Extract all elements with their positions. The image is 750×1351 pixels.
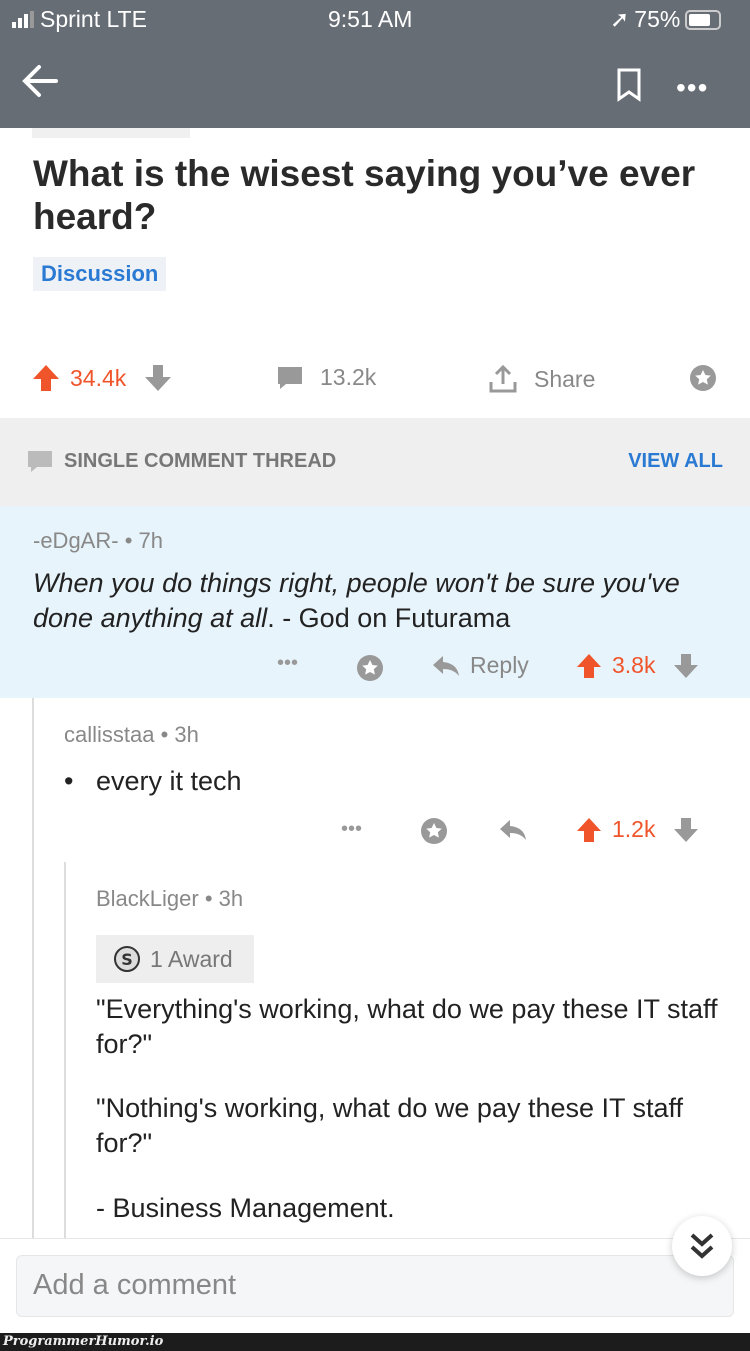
reply-icon[interactable] <box>499 818 527 842</box>
share-label: Share <box>534 365 596 392</box>
post-score: 34.4k <box>70 364 127 391</box>
top-bar: Sprint LTE 9:51 AM ➚ 75% ••• <box>0 0 750 128</box>
comment-age: 3h <box>218 886 244 911</box>
comment-paragraph: "Everything's working, what do we pay th… <box>96 994 718 1059</box>
award-button[interactable] <box>688 363 718 393</box>
award-icon[interactable] <box>419 816 449 846</box>
location-icon: ➚ <box>610 6 630 32</box>
award-icon[interactable] <box>355 653 385 683</box>
comment-age: 7h <box>138 528 163 553</box>
comment-meta: callisstaa • 3h <box>64 722 199 747</box>
view-all-link[interactable]: VIEW ALL <box>628 450 723 473</box>
more-button[interactable]: ••• <box>277 652 298 675</box>
award-icon <box>690 365 716 391</box>
more-button[interactable]: ••• <box>341 818 362 841</box>
comment-text: . - God on Futurama <box>267 603 511 633</box>
thread-bar: SINGLE COMMENT THREAD VIEW ALL <box>0 418 750 506</box>
comment-icon <box>28 451 52 472</box>
reply-button[interactable]: Reply <box>432 652 529 679</box>
thread-line <box>64 862 66 1238</box>
comment-author[interactable]: BlackLiger <box>96 886 199 911</box>
flair-remnant <box>32 128 190 138</box>
more-options-button[interactable]: ••• <box>676 72 708 104</box>
comment-age: 3h <box>174 722 199 747</box>
bullet-text: every it tech <box>95 766 242 796</box>
upvote-icon[interactable] <box>32 364 60 392</box>
award-badge[interactable]: S 1 Award <box>96 935 254 983</box>
comment-author[interactable]: callisstaa <box>64 722 154 747</box>
vote-controls: 34.4k <box>32 364 172 392</box>
comment-body: When you do things right, people won't b… <box>33 566 723 636</box>
comment-highlighted: -eDgAR- • 7h When you do things right, p… <box>0 506 750 698</box>
comments-button[interactable]: 13.2k <box>276 364 376 391</box>
double-chevron-down-icon <box>690 1233 714 1259</box>
comment-meta: BlackLiger • 3h <box>96 886 244 911</box>
post-title: What is the wisest saying you’ve ever he… <box>33 153 696 237</box>
carrier-text: Sprint LTE <box>40 6 147 32</box>
comment-body: • every it tech <box>64 766 242 796</box>
comment-score: 1.2k <box>612 816 656 842</box>
thread-label: SINGLE COMMENT THREAD <box>64 450 337 472</box>
downvote-icon[interactable] <box>673 653 699 679</box>
flair-badge[interactable]: Discussion <box>33 257 167 291</box>
comment-votes: 1.2k <box>576 816 699 843</box>
battery-percent: 75% <box>634 6 681 32</box>
save-button[interactable] <box>616 68 642 102</box>
jump-to-next-button[interactable] <box>672 1216 732 1276</box>
thread-line <box>32 698 34 1238</box>
watermark: ProgrammerHumor.io <box>0 1333 750 1351</box>
battery-status: ➚ 75% <box>610 6 722 33</box>
comment-votes: 3.8k <box>576 652 699 679</box>
comment-paragraph: - Business Management. <box>96 1193 395 1223</box>
reply-label: Reply <box>470 652 529 678</box>
award-count: 1 Award <box>150 945 233 972</box>
reply-icon <box>433 655 459 676</box>
downvote-icon[interactable] <box>673 817 699 843</box>
comment-input[interactable]: Add a comment <box>16 1255 734 1317</box>
carrier: Sprint LTE <box>12 6 147 33</box>
svg-text:S: S <box>121 950 133 969</box>
upvote-icon[interactable] <box>576 653 602 679</box>
signal-icon <box>12 10 34 28</box>
clock: 9:51 AM <box>328 6 413 32</box>
comment-paragraph: "Nothing's working, what do we pay these… <box>96 1093 684 1158</box>
upvote-icon[interactable] <box>576 817 602 843</box>
bookmark-icon <box>617 68 641 102</box>
share-icon <box>489 364 517 393</box>
share-button[interactable]: Share <box>488 364 595 394</box>
silver-award-icon: S <box>114 946 140 972</box>
comment-score: 3.8k <box>612 652 656 678</box>
comment-icon <box>278 366 302 389</box>
back-arrow-icon <box>22 65 58 97</box>
comment-count: 13.2k <box>320 364 377 390</box>
comment-meta: -eDgAR- • 7h <box>33 528 163 553</box>
comment-author[interactable]: -eDgAR- <box>33 528 119 553</box>
back-button[interactable] <box>22 64 58 98</box>
downvote-icon[interactable] <box>144 364 172 392</box>
battery-icon <box>685 9 722 30</box>
